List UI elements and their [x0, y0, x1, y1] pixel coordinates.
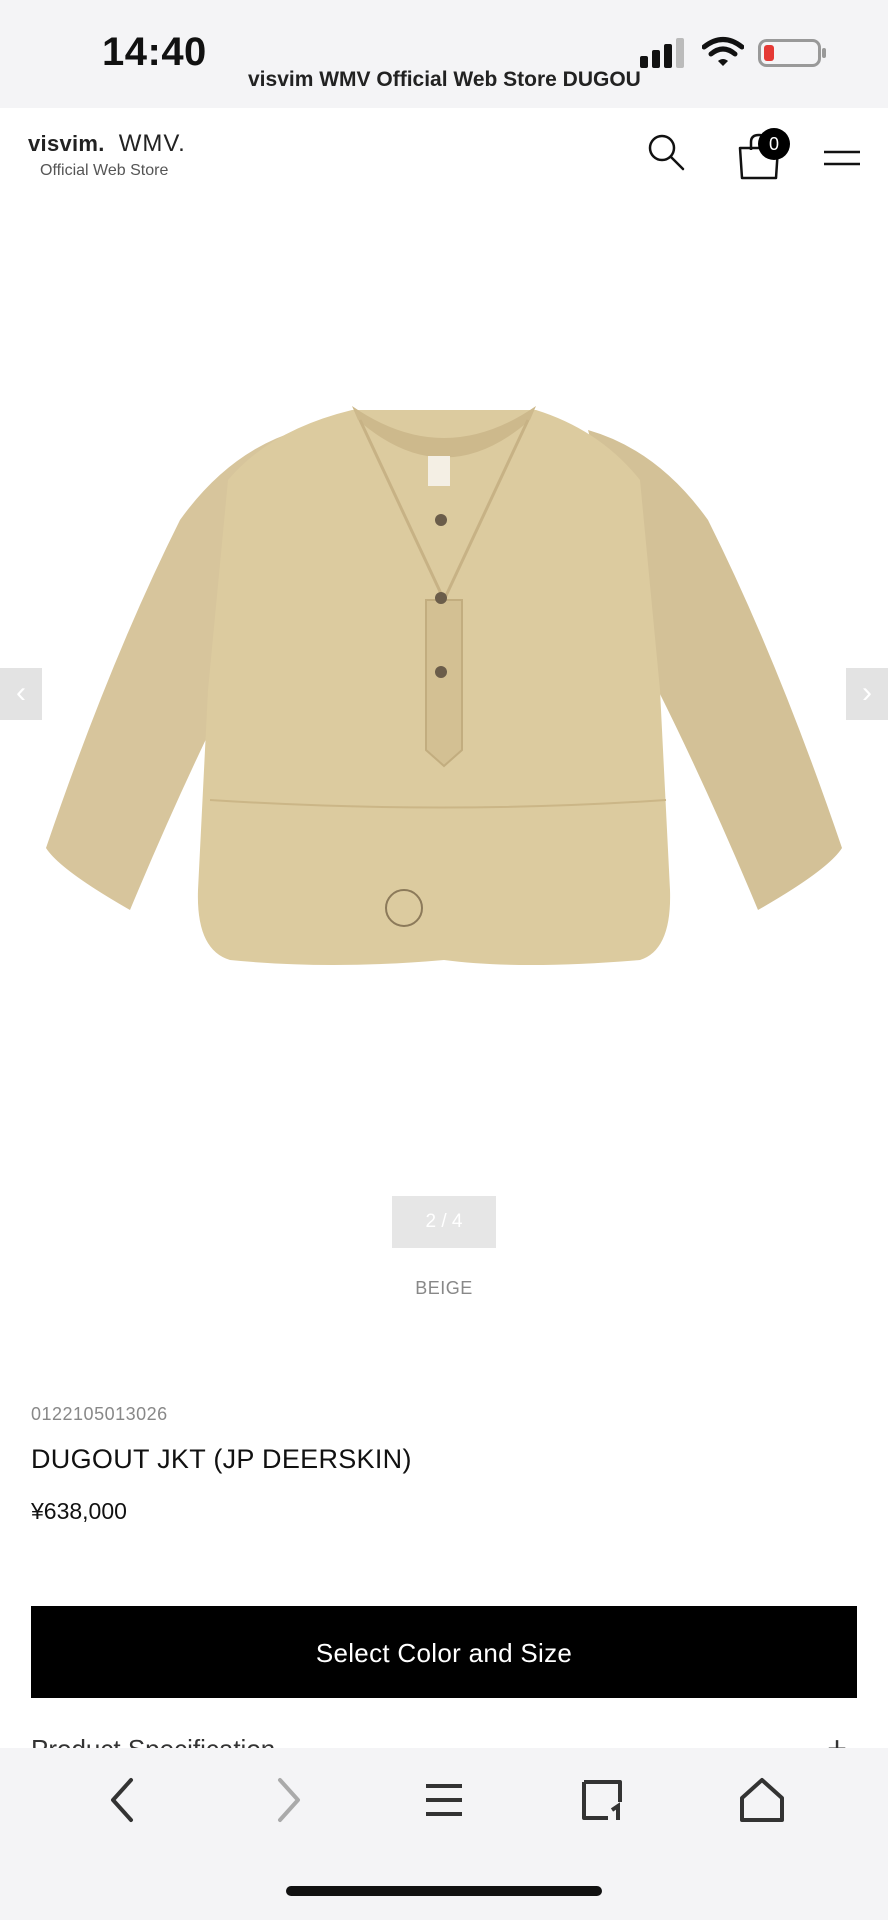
jacket-button [435, 592, 447, 604]
home-indicator[interactable] [286, 1886, 602, 1896]
logo-brand: visvim. [28, 131, 105, 156]
prev-image-button[interactable]: ‹ [0, 668, 42, 720]
image-pager: 2 / 4 [392, 1196, 496, 1248]
status-bar: 14:40 visvim WMV Official Web Store DUGO… [0, 0, 888, 108]
jacket-button [435, 666, 447, 678]
search-icon[interactable] [646, 132, 686, 172]
jacket-placket [425, 599, 463, 768]
site-logo[interactable]: visvim. WMV. Official Web Store [28, 130, 186, 180]
cellular-signal-icon [640, 38, 684, 68]
next-image-button[interactable]: › [846, 668, 888, 720]
wifi-icon [702, 37, 744, 66]
logo-tagline: Official Web Store [40, 162, 169, 179]
color-label: BEIGE [415, 1278, 473, 1298]
jacket-label [428, 456, 450, 486]
status-icons [640, 36, 828, 68]
tabs-icon[interactable] [572, 1770, 632, 1830]
page-title-bar[interactable]: visvim WMV Official Web Store DUGOUT JKT… [0, 68, 888, 92]
cart-count-badge[interactable]: 0 [758, 128, 790, 160]
select-color-size-button[interactable]: Select Color and Size [31, 1606, 857, 1698]
site-header: visvim. WMV. Official Web Store 0 [0, 108, 888, 204]
jacket-button [435, 514, 447, 526]
menu-icon[interactable] [822, 146, 862, 170]
page-title: visvim WMV Official Web Store DUGOUT JKT… [248, 68, 640, 91]
forward-icon[interactable] [256, 1770, 316, 1830]
product-image[interactable] [0, 270, 888, 1150]
product-title: DUGOUT JKT (JP DEERSKIN) [31, 1444, 412, 1474]
logo-sub-brand: WMV. [118, 130, 186, 157]
product-price: ¥638,000 [31, 1498, 127, 1524]
menu-lines-icon[interactable] [414, 1770, 474, 1830]
home-icon[interactable] [732, 1770, 792, 1830]
back-icon[interactable] [95, 1770, 155, 1830]
battery-icon [758, 39, 826, 67]
product-code: 0122105013026 [31, 1404, 168, 1424]
